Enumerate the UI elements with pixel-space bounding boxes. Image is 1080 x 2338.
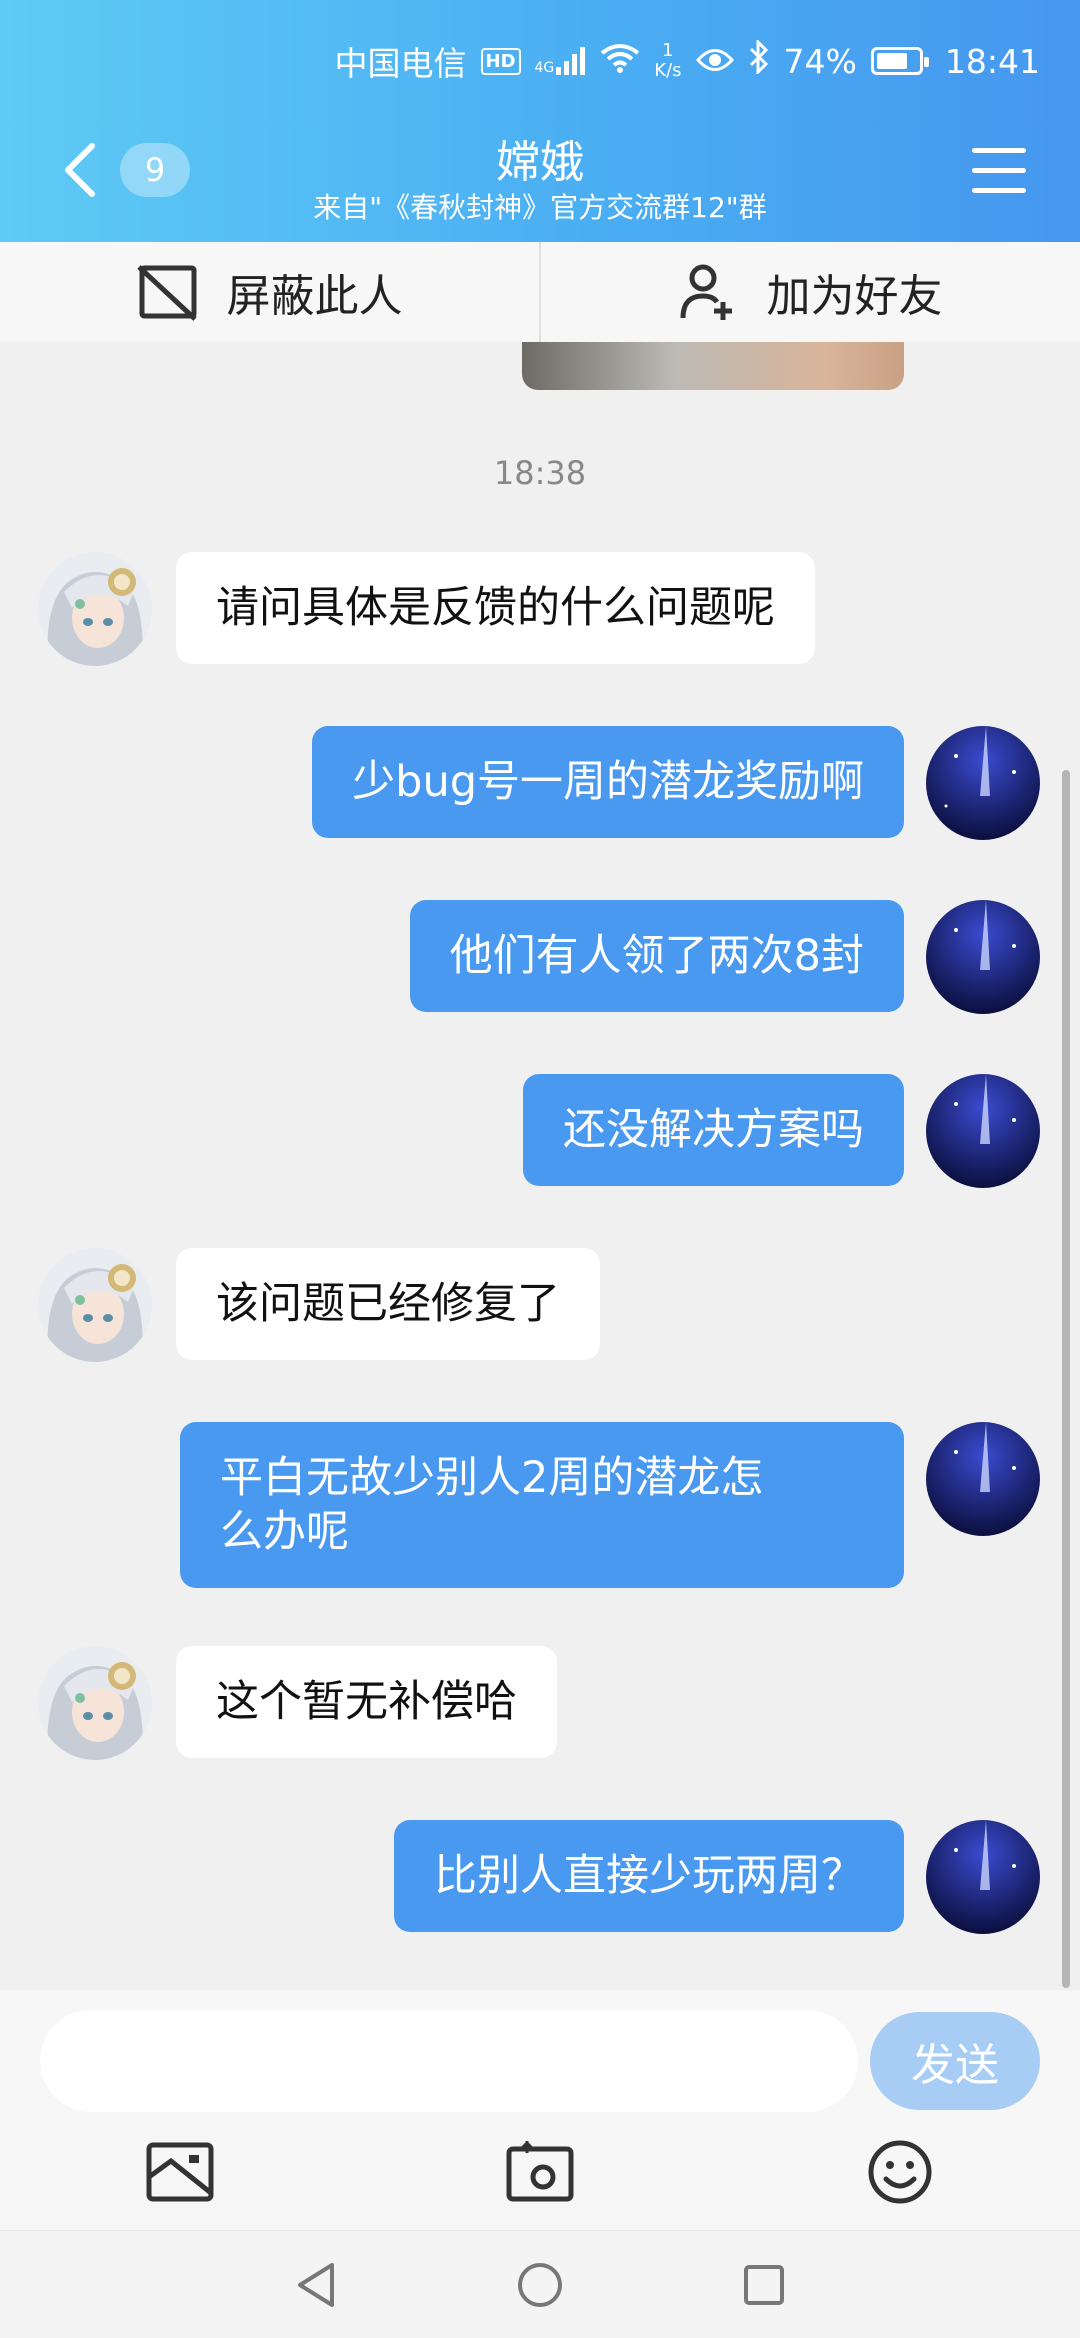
chat-timestamp: 18:38	[493, 454, 587, 492]
message-bubble-outgoing[interactable]: 他们有人领了两次8封	[409, 900, 904, 1012]
nav-back-button[interactable]	[288, 2257, 344, 2313]
system-nav-bar	[0, 2230, 1080, 2338]
nav-recents-button[interactable]	[736, 2257, 792, 2313]
menu-icon	[972, 148, 1026, 153]
battery-fill	[876, 53, 907, 69]
add-friend-label: 加为好友	[766, 271, 943, 322]
chat-scrollbar[interactable]	[1062, 770, 1070, 1988]
nav-back-icon	[298, 2263, 334, 2307]
wifi-icon	[600, 42, 640, 81]
camera-icon	[506, 2141, 574, 2202]
battery-percent: 74%	[783, 41, 857, 81]
speed-unit: K/s	[654, 60, 682, 81]
network-type: 4G	[534, 60, 555, 76]
nav-home-button[interactable]	[512, 2257, 568, 2313]
clock: 18:41	[944, 41, 1040, 81]
status-bar: 中国电信 HD 4G 1 K/s 74% 18:41	[334, 36, 1040, 86]
other-avatar[interactable]	[38, 1646, 152, 1760]
network-speed: 1 K/s	[654, 41, 681, 81]
image-message-partial[interactable]	[522, 342, 904, 390]
my-avatar[interactable]	[926, 1074, 1040, 1188]
emoji-icon	[868, 2140, 932, 2204]
block-user-button[interactable]: 屏蔽此人	[0, 242, 539, 342]
eye-comfort-icon	[695, 42, 734, 81]
chat-title: 嫦娥	[496, 137, 584, 188]
speed-value: 1	[662, 40, 674, 61]
block-user-icon	[136, 265, 197, 321]
image-button[interactable]	[140, 2132, 220, 2212]
message-bubble-incoming[interactable]: 请问具体是反馈的什么问题呢	[176, 552, 815, 664]
my-avatar[interactable]	[926, 1820, 1040, 1934]
message-bubble-outgoing[interactable]: 少bug号一周的潜龙奖励啊	[312, 726, 904, 838]
my-avatar[interactable]	[926, 1422, 1040, 1536]
battery-icon	[870, 47, 929, 75]
message-bubble-outgoing[interactable]: 还没解决方案吗	[523, 1074, 904, 1186]
bluetooth-icon	[748, 38, 770, 82]
block-user-label: 屏蔽此人	[226, 271, 403, 322]
menu-button[interactable]	[972, 148, 1026, 194]
my-avatar[interactable]	[926, 726, 1040, 840]
emoji-button[interactable]	[860, 2132, 940, 2212]
menu-icon-line	[972, 168, 1026, 173]
other-avatar[interactable]	[38, 1248, 152, 1362]
camera-button[interactable]	[500, 2132, 580, 2212]
add-friend-button[interactable]: 加为好友	[539, 242, 1080, 342]
send-button[interactable]: 发送	[870, 2012, 1040, 2110]
message-input[interactable]	[40, 2010, 858, 2112]
add-friend-icon	[680, 264, 732, 320]
chat-subtitle: 来自"《春秋封神》官方交流群12"群	[313, 191, 767, 224]
my-avatar[interactable]	[926, 900, 1040, 1014]
hd-icon: HD	[480, 47, 521, 75]
other-avatar[interactable]	[38, 552, 152, 666]
message-bubble-outgoing[interactable]: 平白无故少别人2周的潜龙怎 么办呢	[180, 1422, 904, 1588]
nav-home-icon	[518, 2263, 562, 2307]
stranger-action-bar: 屏蔽此人 加为好友	[0, 242, 1080, 342]
composer-bar: 发送	[0, 1990, 1080, 2230]
image-icon	[146, 2142, 214, 2202]
message-bubble-incoming[interactable]: 这个暂无补偿哈	[176, 1646, 557, 1758]
carrier-label: 中国电信	[334, 44, 467, 83]
menu-icon-line	[972, 188, 1026, 193]
signal-icon: 4G	[535, 47, 587, 75]
message-bubble-incoming[interactable]: 该问题已经修复了	[176, 1248, 600, 1360]
message-bubble-outgoing[interactable]: 比别人直接少玩两周？	[394, 1820, 904, 1932]
chat-header: 中国电信 HD 4G 1 K/s 74% 18:41 9 嫦娥 来自"《春秋封神…	[0, 0, 1080, 242]
nav-recents-icon	[744, 2265, 784, 2305]
